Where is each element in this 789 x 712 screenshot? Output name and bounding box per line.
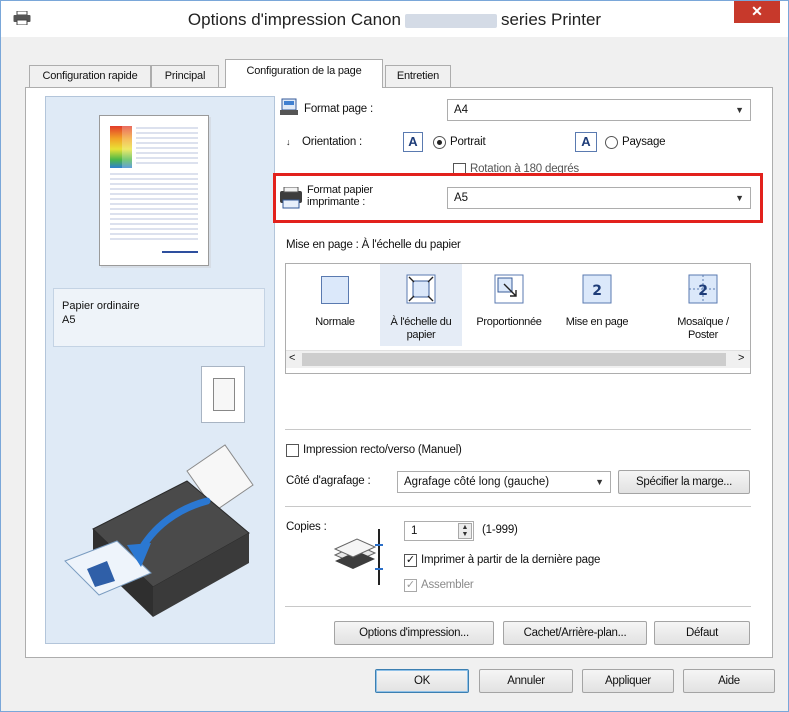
divider	[285, 429, 751, 430]
scroll-left-icon[interactable]: <	[289, 352, 295, 364]
duplex-checkbox[interactable]	[286, 444, 299, 457]
scroll-thumb[interactable]	[302, 353, 726, 366]
cancel-button[interactable]: Annuler	[479, 669, 573, 693]
landscape-icon: A	[575, 132, 597, 152]
copies-range: (1-999)	[482, 524, 518, 536]
media-type-text: Papier ordinaire	[62, 300, 140, 312]
duplex-label[interactable]: Impression recto/verso (Manuel)	[303, 444, 462, 456]
paysage-radio[interactable]	[605, 136, 618, 149]
mise-en-page-label: Mise en page : À l'échelle du papier	[286, 239, 461, 251]
stamp-background-button[interactable]: Cachet/Arrière-plan...	[503, 621, 647, 645]
stapling-label: Côté d'agrafage :	[286, 475, 371, 487]
format-page-label: Format page :	[304, 103, 373, 115]
collate-label[interactable]: Assembler	[421, 579, 474, 591]
print-last-first-label[interactable]: Imprimer à partir de la dernière page	[421, 554, 600, 566]
print-options-button[interactable]: Options d'impression...	[334, 621, 494, 645]
spinner-arrows-icon[interactable]: ▲ ▼	[458, 523, 472, 539]
scaled-icon	[494, 274, 524, 304]
portrait-icon: A	[403, 132, 423, 152]
apply-button[interactable]: Appliquer	[582, 669, 674, 693]
highlight-box	[273, 173, 763, 223]
help-button[interactable]: Aide	[683, 669, 775, 693]
fit-to-page-icon	[406, 274, 436, 304]
divider	[285, 506, 751, 507]
copies-label: Copies :	[286, 521, 327, 533]
stapling-select[interactable]: Agrafage côté long (gauche) ▼	[397, 471, 611, 493]
close-button[interactable]: ✕	[734, 1, 780, 23]
default-button[interactable]: Défaut	[654, 621, 750, 645]
specify-margin-button[interactable]: Spécifier la marge...	[618, 470, 750, 494]
tab-entretien[interactable]: Entretien	[385, 65, 451, 87]
paper-size-text: A5	[62, 314, 76, 326]
divider	[285, 606, 751, 607]
media-info-box: Papier ordinaire A5	[53, 288, 265, 347]
page-preview-graphic	[110, 126, 198, 253]
bullet-icon: ↓	[286, 137, 291, 147]
portrait-radio[interactable]	[433, 136, 446, 149]
layout-a-lechelle[interactable]: À l'échelle du papier	[380, 264, 462, 346]
chevron-down-icon: ▼	[735, 105, 744, 115]
page-layout-icon: 2	[582, 274, 612, 304]
orientation-label: Orientation :	[302, 136, 363, 148]
scroll-right-icon[interactable]: >	[738, 352, 744, 364]
portrait-label[interactable]: Portrait	[450, 136, 486, 148]
sheet-icon	[213, 378, 235, 411]
page-preview	[99, 115, 209, 266]
printer-illustration	[64, 444, 254, 617]
title-bar[interactable]: Options d'impression Canon series Printer…	[1, 1, 788, 37]
print-last-first-checkbox[interactable]: ✓	[404, 554, 417, 567]
chevron-down-icon: ▼	[595, 477, 604, 487]
orientation-preview	[201, 366, 245, 423]
format-page-select[interactable]: A4 ▼	[447, 99, 751, 121]
paysage-label[interactable]: Paysage	[622, 136, 666, 148]
layout-scrollbar[interactable]: < >	[286, 350, 750, 368]
format-page-icon	[280, 98, 298, 115]
copies-stack-icon	[333, 529, 383, 585]
ok-button[interactable]: OK	[375, 669, 469, 693]
print-options-window: Options d'impression Canon series Printer…	[0, 0, 789, 712]
svg-text:2: 2	[698, 283, 707, 299]
collate-checkbox[interactable]: ✓	[404, 579, 417, 592]
poster-icon: 2	[688, 274, 718, 304]
redacted-model-name	[404, 13, 497, 28]
normale-icon	[321, 276, 349, 304]
svg-text:2: 2	[592, 283, 601, 299]
copies-spinner[interactable]: 1 ▲ ▼	[404, 521, 474, 541]
tab-configuration-page[interactable]: Configuration de la page	[225, 59, 383, 88]
tab-principal[interactable]: Principal	[151, 65, 219, 87]
tab-configuration-rapide[interactable]: Configuration rapide	[29, 65, 151, 87]
window-title: Options d'impression Canon series Printer	[187, 10, 602, 29]
